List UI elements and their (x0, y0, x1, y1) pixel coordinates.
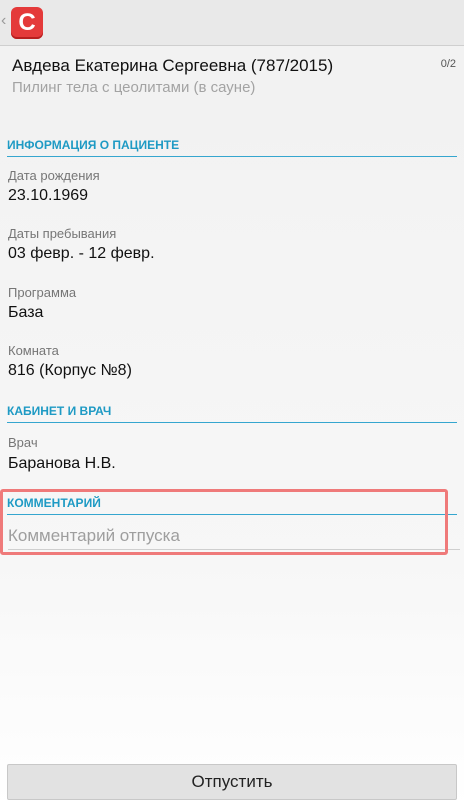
birth-date-label: Дата рождения (8, 168, 100, 183)
doctor-value: Баранова Н.В. (8, 455, 116, 472)
section-header-patient-info: ИНФОРМАЦИЯ О ПАЦИЕНТЕ (7, 138, 457, 157)
patient-name: Авдева Екатерина Сергеевна (787/2015) (12, 56, 334, 75)
section-header-comment: КОММЕНТАРИЙ (7, 496, 457, 515)
release-button[interactable]: Отпустить (7, 764, 457, 800)
birth-date-value: 23.10.1969 (8, 187, 89, 204)
procedure-counter: 0/2 (440, 58, 456, 70)
program-label: Программа (8, 285, 77, 300)
comment-input[interactable] (8, 522, 460, 550)
section-header-cabinet: КАБИНЕТ И ВРАЧ (7, 404, 457, 423)
action-bar: ‹ C (0, 0, 464, 46)
stay-dates-label: Даты пребывания (8, 226, 117, 241)
procedure-name: Пилинг тела с цеолитами (в сауне) (12, 79, 256, 96)
stay-dates-value: 03 февр. - 12 февр. (8, 245, 155, 262)
app-logo-letter: C (18, 9, 36, 36)
room-value: 816 (Корпус №8) (8, 362, 132, 379)
app-logo-icon[interactable]: C (11, 7, 43, 39)
room-label: Комната (8, 343, 59, 358)
doctor-label: Врач (8, 435, 38, 450)
back-chevron-icon[interactable]: ‹ (1, 12, 6, 30)
screen: ‹ C Авдева Екатерина Сергеевна (787/2015… (0, 0, 464, 807)
program-value: База (8, 304, 44, 321)
